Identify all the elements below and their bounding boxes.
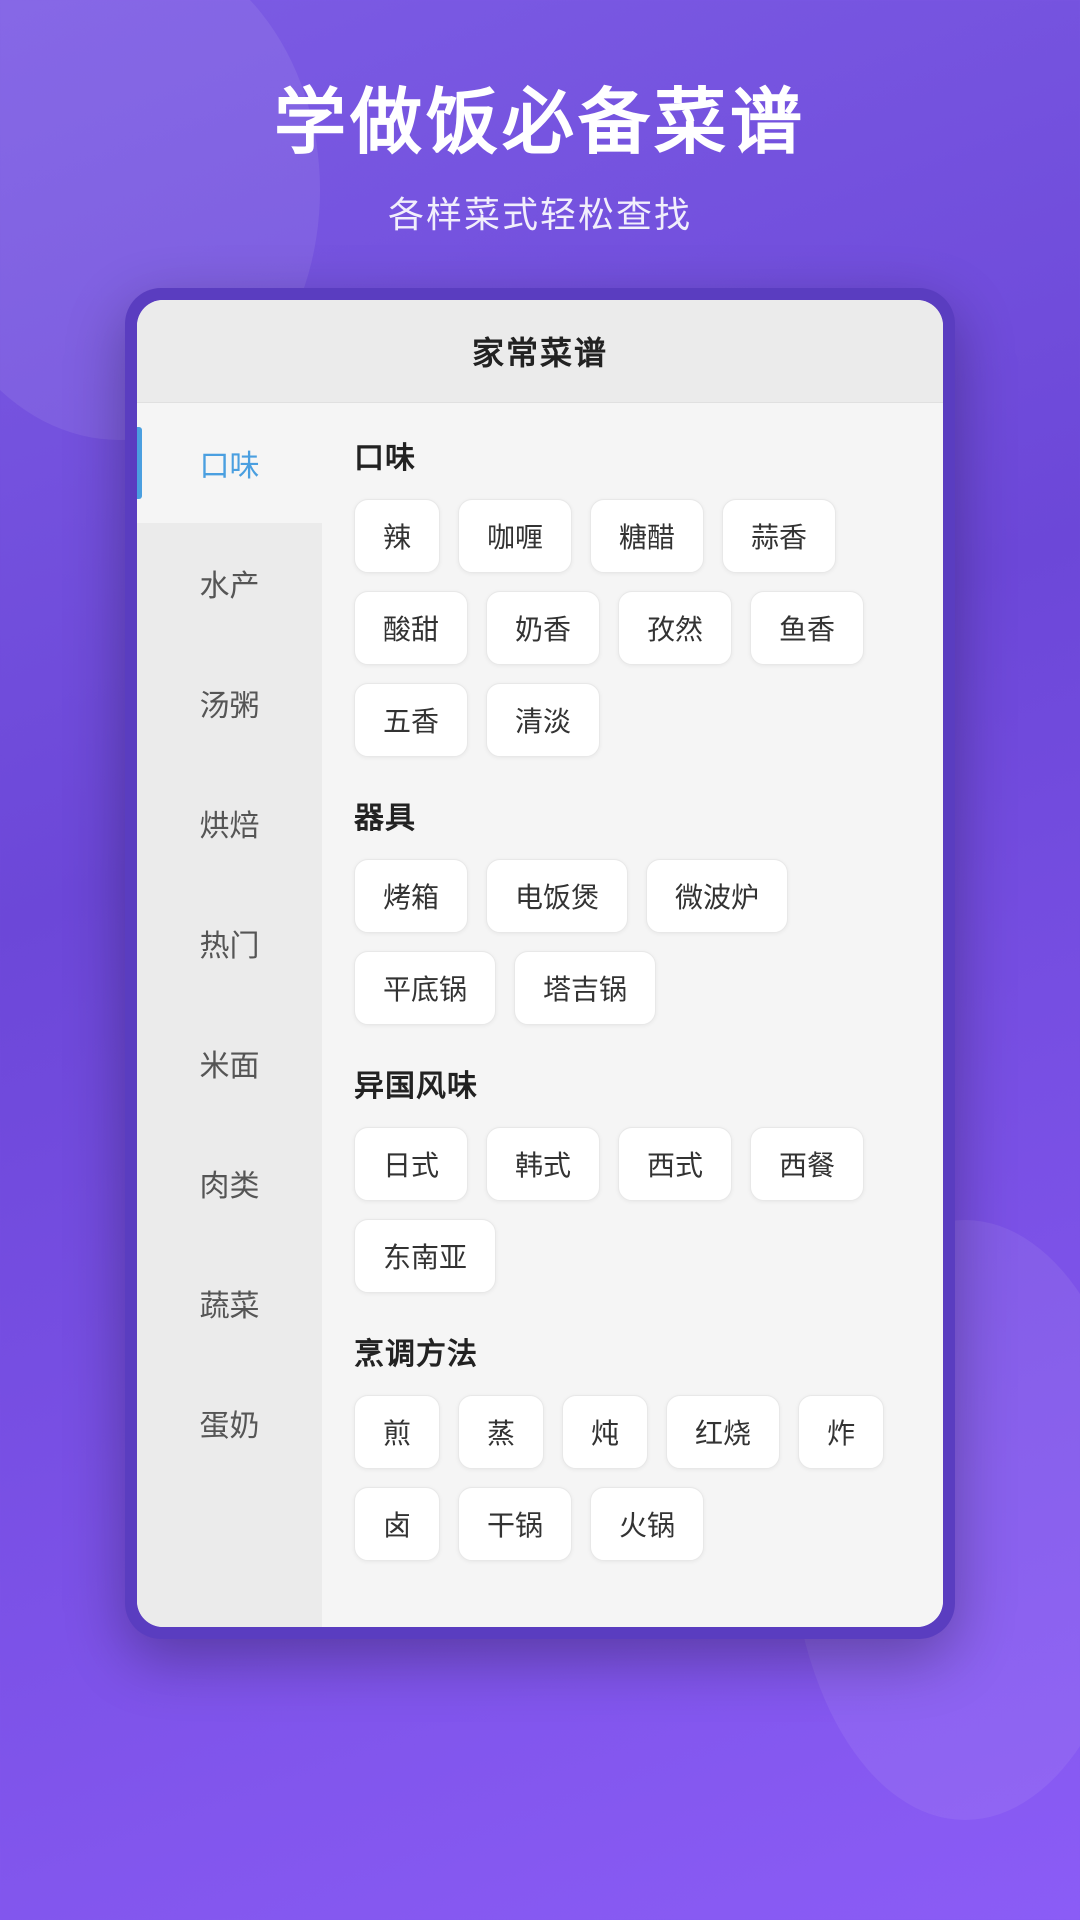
tag-卤[interactable]: 卤 bbox=[354, 1487, 440, 1561]
sidebar-item-roulei[interactable]: 肉类 bbox=[137, 1123, 322, 1243]
section-kouwei: 口味辣咖喱糖醋蒜香酸甜奶香孜然鱼香五香清淡 bbox=[354, 433, 911, 757]
hero-section: 学做饭必备菜谱 各样菜式轻松查找 bbox=[274, 80, 806, 238]
card-wrapper: 家常菜谱 口味水产汤粥烘焙热门米面肉类蔬菜蛋奶 口味辣咖喱糖醋蒜香酸甜奶香孜然鱼… bbox=[125, 288, 955, 1639]
tag-蒸[interactable]: 蒸 bbox=[458, 1395, 544, 1469]
tag-清淡[interactable]: 清淡 bbox=[486, 683, 600, 757]
tag-辣[interactable]: 辣 bbox=[354, 499, 440, 573]
section-title-yiguo: 异国风味 bbox=[354, 1061, 911, 1105]
tag-日式[interactable]: 日式 bbox=[354, 1127, 468, 1201]
hero-title: 学做饭必备菜谱 bbox=[274, 80, 806, 166]
tag-西式[interactable]: 西式 bbox=[618, 1127, 732, 1201]
tag-孜然[interactable]: 孜然 bbox=[618, 591, 732, 665]
hero-subtitle: 各样菜式轻松查找 bbox=[274, 186, 806, 238]
sidebar-item-kouwei[interactable]: 口味 bbox=[137, 403, 322, 523]
tag-塔吉锅[interactable]: 塔吉锅 bbox=[514, 951, 656, 1025]
recipe-card: 家常菜谱 口味水产汤粥烘焙热门米面肉类蔬菜蛋奶 口味辣咖喱糖醋蒜香酸甜奶香孜然鱼… bbox=[137, 300, 943, 1627]
tag-鱼香[interactable]: 鱼香 bbox=[750, 591, 864, 665]
card-body: 口味水产汤粥烘焙热门米面肉类蔬菜蛋奶 口味辣咖喱糖醋蒜香酸甜奶香孜然鱼香五香清淡… bbox=[137, 403, 943, 1627]
section-title-qiju: 器具 bbox=[354, 793, 911, 837]
section-qiju: 器具烤箱电饭煲微波炉平底锅塔吉锅 bbox=[354, 793, 911, 1025]
tag-东南亚[interactable]: 东南亚 bbox=[354, 1219, 496, 1293]
tag-糖醋[interactable]: 糖醋 bbox=[590, 499, 704, 573]
tag-韩式[interactable]: 韩式 bbox=[486, 1127, 600, 1201]
tag-微波炉[interactable]: 微波炉 bbox=[646, 859, 788, 933]
tag-红烧[interactable]: 红烧 bbox=[666, 1395, 780, 1469]
sidebar: 口味水产汤粥烘焙热门米面肉类蔬菜蛋奶 bbox=[137, 403, 322, 1627]
sidebar-item-tangzhou[interactable]: 汤粥 bbox=[137, 643, 322, 763]
sidebar-item-shuichan[interactable]: 水产 bbox=[137, 523, 322, 643]
section-title-pengtiao: 烹调方法 bbox=[354, 1329, 911, 1373]
sidebar-item-dannai[interactable]: 蛋奶 bbox=[137, 1363, 322, 1483]
main-content: 口味辣咖喱糖醋蒜香酸甜奶香孜然鱼香五香清淡器具烤箱电饭煲微波炉平底锅塔吉锅异国风… bbox=[322, 403, 943, 1627]
sidebar-item-mimian[interactable]: 米面 bbox=[137, 1003, 322, 1123]
tag-火锅[interactable]: 火锅 bbox=[590, 1487, 704, 1561]
tag-干锅[interactable]: 干锅 bbox=[458, 1487, 572, 1561]
tag-咖喱[interactable]: 咖喱 bbox=[458, 499, 572, 573]
section-title-kouwei: 口味 bbox=[354, 433, 911, 477]
card-header-title: 家常菜谱 bbox=[137, 328, 943, 374]
tag-奶香[interactable]: 奶香 bbox=[486, 591, 600, 665]
tag-电饭煲[interactable]: 电饭煲 bbox=[486, 859, 628, 933]
sidebar-item-hongbei[interactable]: 烘焙 bbox=[137, 763, 322, 883]
tags-grid-kouwei: 辣咖喱糖醋蒜香酸甜奶香孜然鱼香五香清淡 bbox=[354, 499, 911, 757]
tag-平底锅[interactable]: 平底锅 bbox=[354, 951, 496, 1025]
tags-grid-yiguo: 日式韩式西式西餐东南亚 bbox=[354, 1127, 911, 1293]
tags-grid-pengtiao: 煎蒸炖红烧炸卤干锅火锅 bbox=[354, 1395, 911, 1561]
tags-grid-qiju: 烤箱电饭煲微波炉平底锅塔吉锅 bbox=[354, 859, 911, 1025]
tag-炸[interactable]: 炸 bbox=[798, 1395, 884, 1469]
tag-酸甜[interactable]: 酸甜 bbox=[354, 591, 468, 665]
tag-炖[interactable]: 炖 bbox=[562, 1395, 648, 1469]
section-pengtiao: 烹调方法煎蒸炖红烧炸卤干锅火锅 bbox=[354, 1329, 911, 1561]
tag-烤箱[interactable]: 烤箱 bbox=[354, 859, 468, 933]
tag-蒜香[interactable]: 蒜香 bbox=[722, 499, 836, 573]
sidebar-item-shucai[interactable]: 蔬菜 bbox=[137, 1243, 322, 1363]
sidebar-item-remen[interactable]: 热门 bbox=[137, 883, 322, 1003]
tag-煎[interactable]: 煎 bbox=[354, 1395, 440, 1469]
card-header: 家常菜谱 bbox=[137, 300, 943, 403]
tag-五香[interactable]: 五香 bbox=[354, 683, 468, 757]
tag-西餐[interactable]: 西餐 bbox=[750, 1127, 864, 1201]
section-yiguo: 异国风味日式韩式西式西餐东南亚 bbox=[354, 1061, 911, 1293]
